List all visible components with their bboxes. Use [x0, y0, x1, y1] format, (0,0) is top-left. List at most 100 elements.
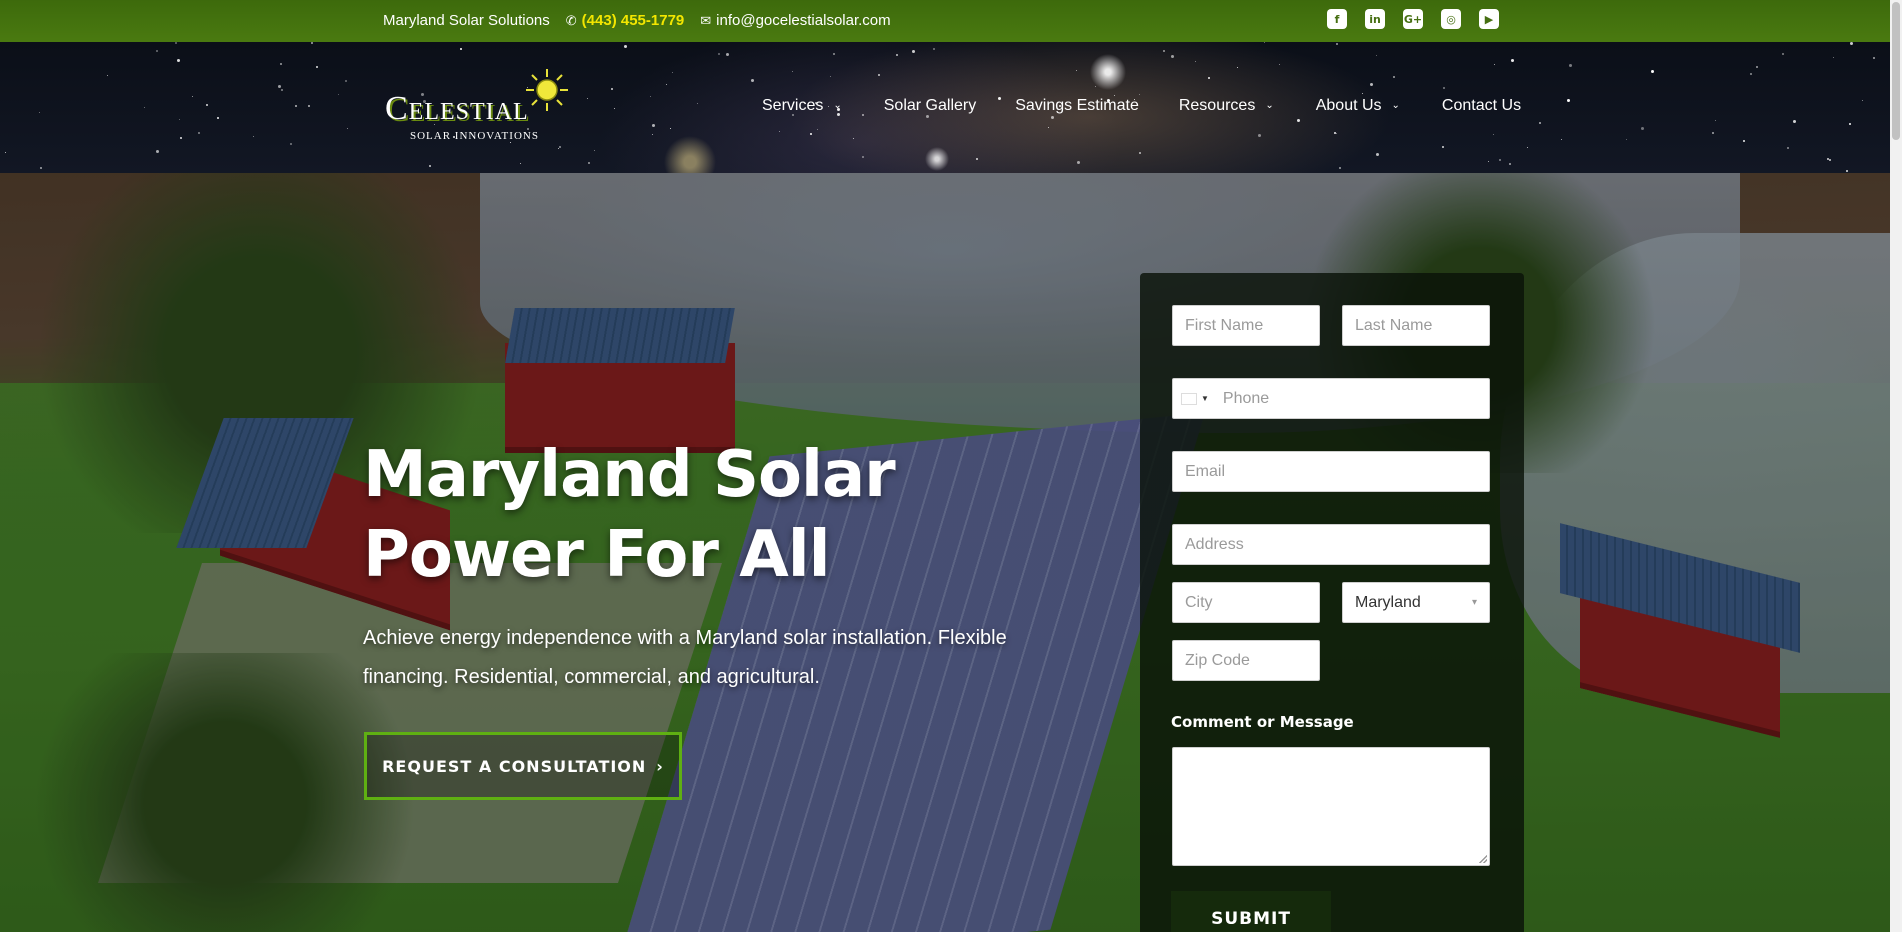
star [311, 42, 313, 44]
message-label: Comment or Message [1171, 713, 1354, 731]
logo-wordmark: Celestial [385, 90, 529, 127]
chevron-down-icon: ▾ [1471, 597, 1477, 608]
star [1561, 139, 1562, 140]
phone-number[interactable]: (443) 455-1779 [582, 12, 685, 29]
star [1334, 132, 1336, 134]
star [156, 150, 159, 153]
star [1442, 146, 1444, 148]
star [726, 53, 729, 56]
star [1873, 57, 1875, 59]
linkedin-icon[interactable]: in [1365, 9, 1385, 29]
lead-form: First Name Last Name ▼ Phone Email Addre… [1140, 273, 1524, 932]
star [1336, 43, 1338, 45]
nav-item-about-us[interactable]: About Us ⌄ [1316, 97, 1400, 115]
star [460, 48, 462, 50]
star [280, 63, 282, 65]
star [1750, 73, 1752, 75]
star [611, 88, 613, 90]
star [1849, 123, 1851, 125]
google-plus-icon[interactable]: G+ [1403, 9, 1423, 29]
star [175, 42, 177, 44]
star [810, 133, 812, 135]
page-scrollbar[interactable] [1890, 0, 1902, 932]
star [1567, 99, 1570, 102]
star [1494, 64, 1495, 65]
nav-label: Contact Us [1441, 97, 1522, 114]
star [177, 59, 180, 62]
scrollbar-thumb[interactable] [1892, 2, 1900, 140]
logo-tagline: SOLAR INNOVATIONS [410, 130, 539, 142]
star [1511, 59, 1514, 62]
star [670, 128, 671, 129]
youtube-icon[interactable]: ▶ [1479, 9, 1499, 29]
address-field[interactable]: Address [1172, 524, 1490, 565]
star [316, 66, 318, 68]
last-name-field[interactable]: Last Name [1342, 305, 1490, 346]
sun-icon [526, 69, 568, 111]
star [308, 105, 310, 107]
hero-subtitle: Achieve energy independence with a Maryl… [363, 627, 1007, 688]
resize-handle-icon[interactable] [1479, 855, 1487, 863]
star [429, 165, 431, 167]
star [281, 89, 283, 91]
star [1641, 127, 1644, 130]
nav-item-solar-gallery[interactable]: Solar Gallery [884, 97, 976, 115]
request-consultation-button[interactable]: REQUEST A CONSULTATION › [364, 732, 682, 800]
star [1297, 119, 1300, 122]
star [1715, 120, 1716, 121]
star [206, 104, 208, 106]
star [338, 94, 339, 95]
cta-label: REQUEST A CONSULTATION [382, 756, 647, 776]
celestial-logo[interactable]: Celestial SOLAR INNOVATIONS [383, 68, 573, 148]
star [217, 117, 219, 119]
star [1279, 64, 1280, 65]
nav-item-savings-estimate[interactable]: Savings Estimate [1015, 97, 1139, 115]
star [295, 105, 297, 107]
star [1339, 167, 1341, 169]
star [1336, 133, 1337, 134]
star [1850, 42, 1853, 45]
instagram-icon[interactable]: ◎ [1441, 9, 1461, 29]
nav-item-resources[interactable]: Resources ⌄ [1179, 97, 1274, 115]
nav-label: About Us [1315, 97, 1382, 114]
nav-item-services[interactable]: Services ⌄ [762, 97, 842, 115]
phone-link[interactable]: ✆ (443) 455-1779 [566, 12, 684, 29]
star [278, 85, 281, 88]
star [587, 98, 588, 99]
nav-label: Savings Estimate [1015, 97, 1139, 114]
message-textarea[interactable] [1172, 747, 1490, 866]
zip-code-field[interactable]: Zip Code [1172, 640, 1320, 681]
star [179, 119, 180, 120]
email-link[interactable]: ✉ info@gocelestialsolar.com [700, 12, 890, 29]
phone-field[interactable]: ▼ Phone [1172, 378, 1490, 419]
social-links: f in G+ ◎ ▶ [1327, 9, 1499, 29]
contact-strip: Maryland Solar Solutions ✆ (443) 455-1779… [383, 12, 891, 29]
caret-down-icon[interactable]: ▼ [1201, 394, 1209, 403]
country-flag-icon[interactable] [1181, 392, 1197, 405]
city-field[interactable]: City [1172, 582, 1320, 623]
star [1208, 77, 1210, 79]
star [594, 150, 595, 151]
star [520, 163, 521, 164]
email-field[interactable]: Email [1172, 451, 1490, 492]
star [180, 137, 182, 139]
submit-button[interactable]: SUBMIT [1171, 891, 1331, 932]
star [896, 54, 898, 56]
star [345, 80, 347, 82]
star [1264, 42, 1265, 43]
star [588, 162, 590, 164]
nav-item-contact-us[interactable]: Contact Us [1442, 97, 1521, 115]
star [1095, 86, 1096, 87]
star [652, 134, 653, 135]
main-nav: Services ⌄ Solar Gallery Savings Estimate… [762, 97, 1521, 115]
email-address[interactable]: info@gocelestialsolar.com [716, 12, 890, 29]
nav-label: Services [762, 97, 824, 114]
first-name-field[interactable]: First Name [1172, 305, 1320, 346]
state-select[interactable]: Maryland ▾ [1342, 582, 1490, 623]
star [853, 138, 854, 139]
facebook-icon[interactable]: f [1327, 9, 1347, 29]
star [1493, 134, 1494, 135]
star [198, 132, 200, 134]
star [1499, 159, 1501, 161]
star [933, 48, 935, 50]
